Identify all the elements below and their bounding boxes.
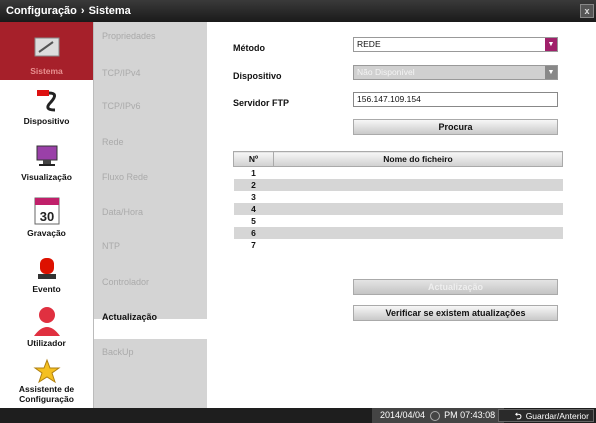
- subnav-item-controlador[interactable]: Controlador: [102, 277, 149, 287]
- row-number: 7: [233, 239, 274, 251]
- subnav-item-backup[interactable]: BackUp: [102, 347, 134, 357]
- nav-label: Assistente de Configuração: [18, 384, 75, 404]
- table-row[interactable]: 5: [233, 215, 563, 227]
- return-arrow-icon: ⮌: [514, 411, 522, 421]
- toolbox-icon: [34, 37, 59, 57]
- svg-text:30: 30: [39, 209, 53, 224]
- metodo-select[interactable]: REDE ▼: [353, 37, 558, 52]
- nav-label: Gravação: [27, 228, 66, 238]
- nav-item-sistema[interactable]: Sistema: [0, 22, 93, 80]
- row-filename: [273, 227, 563, 239]
- sub-sidebar: Propriedades TCP/IPv4 TCP/IPv6 Rede Flux…: [94, 22, 207, 409]
- clock-icon: [429, 410, 440, 421]
- row-number: 4: [233, 203, 274, 215]
- file-table: Nº Nome do ficheiro 1 2 3 4 5 6 7: [233, 151, 563, 251]
- column-header-filename: Nome do ficheiro: [273, 151, 563, 167]
- table-row[interactable]: 7: [233, 239, 563, 251]
- row-filename: [273, 203, 563, 215]
- calendar-icon: 30: [34, 197, 59, 225]
- subnav-item-rede[interactable]: Rede: [102, 137, 124, 147]
- metodo-label: Método: [233, 43, 265, 53]
- nav-label: Evento: [32, 284, 61, 294]
- servidor-ftp-label: Servidor FTP: [233, 98, 290, 108]
- date-text: 2014/04/04: [380, 410, 426, 420]
- page-title: Sistema: [88, 5, 131, 17]
- cable-icon: [36, 90, 56, 112]
- row-filename: [273, 215, 563, 227]
- nav-item-utilizador[interactable]: Utilizador: [0, 304, 93, 354]
- metodo-select-value: REDE: [357, 39, 381, 49]
- row-filename: [273, 239, 563, 251]
- subnav-item-tcpipv4[interactable]: TCP/IPv4: [102, 68, 141, 78]
- table-row[interactable]: 2: [233, 179, 563, 191]
- check-updates-button[interactable]: Verificar se existem atualizações: [353, 305, 558, 321]
- save-back-button[interactable]: ⮌ Guardar/Anterior: [498, 409, 594, 422]
- nav-item-evento[interactable]: Evento: [0, 252, 93, 302]
- subnav-panel-top: [94, 22, 207, 319]
- subnav-item-fluxo-rede[interactable]: Fluxo Rede: [102, 172, 148, 182]
- nav-item-visualizacao[interactable]: Visualização: [0, 140, 93, 190]
- wizard-star-icon: [32, 358, 61, 384]
- breadcrumb-section: Configuração: [6, 5, 77, 17]
- table-row[interactable]: 6: [233, 227, 563, 239]
- table-row[interactable]: 3: [233, 191, 563, 203]
- subnav-item-data-hora[interactable]: Data/Hora: [102, 207, 143, 217]
- row-number: 1: [233, 166, 274, 179]
- row-number: 6: [233, 227, 274, 239]
- chevron-down-icon: ▼: [545, 38, 557, 51]
- monitor-icon: [36, 145, 57, 166]
- nav-item-gravacao[interactable]: 30 Gravação: [0, 194, 93, 244]
- search-button[interactable]: Procura: [353, 119, 558, 135]
- siren-icon: [37, 258, 56, 279]
- title-bar: Configuração › Sistema x: [0, 0, 596, 22]
- row-filename: [273, 179, 563, 191]
- row-number: 5: [233, 215, 274, 227]
- nav-label: Sistema: [30, 66, 63, 76]
- nav-label: Dispositivo: [23, 116, 70, 126]
- subnav-item-ntp[interactable]: NTP: [102, 241, 120, 251]
- table-row[interactable]: 1: [233, 166, 563, 179]
- status-bar: 2014/04/04 PM 07:43:08 ⮌ Guardar/Anterior: [0, 408, 596, 423]
- dispositivo-label: Dispositivo: [233, 71, 282, 81]
- column-header-number: Nº: [233, 151, 274, 167]
- nav-label: Visualização: [21, 172, 72, 182]
- row-number: 3: [233, 191, 274, 203]
- subnav-item-tcpipv6[interactable]: TCP/IPv6: [102, 101, 141, 111]
- nav-label: Utilizador: [27, 338, 66, 348]
- close-icon[interactable]: x: [580, 4, 594, 18]
- save-back-label: Guardar/Anterior: [525, 411, 589, 421]
- nav-item-assistente[interactable]: Assistente de Configuração: [0, 358, 93, 408]
- servidor-ftp-input[interactable]: 156.147.109.154: [353, 92, 558, 107]
- chevron-down-icon: ▼: [545, 66, 557, 79]
- subnav-item-propriedades[interactable]: Propriedades: [102, 31, 156, 41]
- row-filename: [273, 166, 563, 179]
- user-icon: [33, 307, 60, 336]
- main-sidebar: Sistema Dispositivo Visualização 30 Grav…: [0, 22, 94, 408]
- subnav-item-actualizacao[interactable]: Actualização: [102, 312, 157, 322]
- table-row[interactable]: 4: [233, 203, 563, 215]
- update-button[interactable]: Actualização: [353, 279, 558, 295]
- time-text: PM 07:43:08: [444, 410, 496, 420]
- row-number: 2: [233, 179, 274, 191]
- nav-item-dispositivo[interactable]: Dispositivo: [0, 84, 93, 134]
- row-filename: [273, 191, 563, 203]
- datetime-display: 2014/04/04 PM 07:43:08: [372, 408, 504, 423]
- breadcrumb-separator: ›: [80, 5, 85, 17]
- dispositivo-select[interactable]: Não Disponível ▼: [353, 65, 558, 80]
- dispositivo-select-value: Não Disponível: [357, 67, 415, 77]
